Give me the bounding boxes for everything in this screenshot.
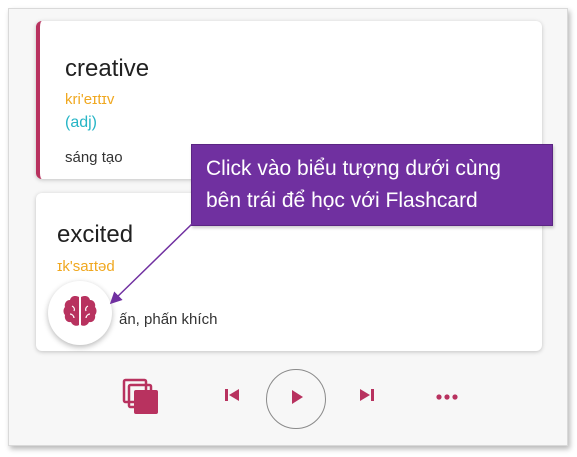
word-ipa: ɪk'saɪtəd	[57, 258, 115, 275]
player-toolbar	[9, 361, 567, 431]
skip-previous-icon	[222, 385, 242, 410]
play-icon	[285, 386, 307, 413]
word-meaning: sáng tạo	[65, 149, 123, 166]
word-title: excited	[57, 221, 134, 248]
play-button[interactable]	[266, 369, 326, 429]
brain-icon	[62, 294, 98, 333]
word-ipa: kri'eɪtɪv	[65, 91, 115, 108]
next-button[interactable]	[352, 382, 382, 412]
callout-line-2: bên trái để học với Flashcard	[206, 189, 478, 212]
word-title: creative	[65, 55, 150, 82]
callout-line-1: Click vào biểu tượng dưới cùng	[206, 157, 501, 180]
app-frame: creative kri'eɪtɪv (adj) sáng tạo excite…	[8, 8, 568, 446]
flashcards-button[interactable]	[119, 377, 163, 421]
flashcards-stack-icon	[121, 377, 161, 422]
tutorial-callout: Click vào biểu tượng dưới cùng bên trái …	[191, 144, 553, 226]
previous-button[interactable]	[217, 382, 247, 412]
more-button[interactable]	[432, 382, 462, 412]
more-horizontal-icon	[435, 388, 459, 406]
flashcard-brain-button[interactable]	[48, 281, 112, 345]
word-meaning: ấn, phấn khích	[119, 311, 218, 328]
word-part-of-speech: (adj)	[65, 114, 98, 131]
skip-next-icon	[357, 385, 377, 410]
